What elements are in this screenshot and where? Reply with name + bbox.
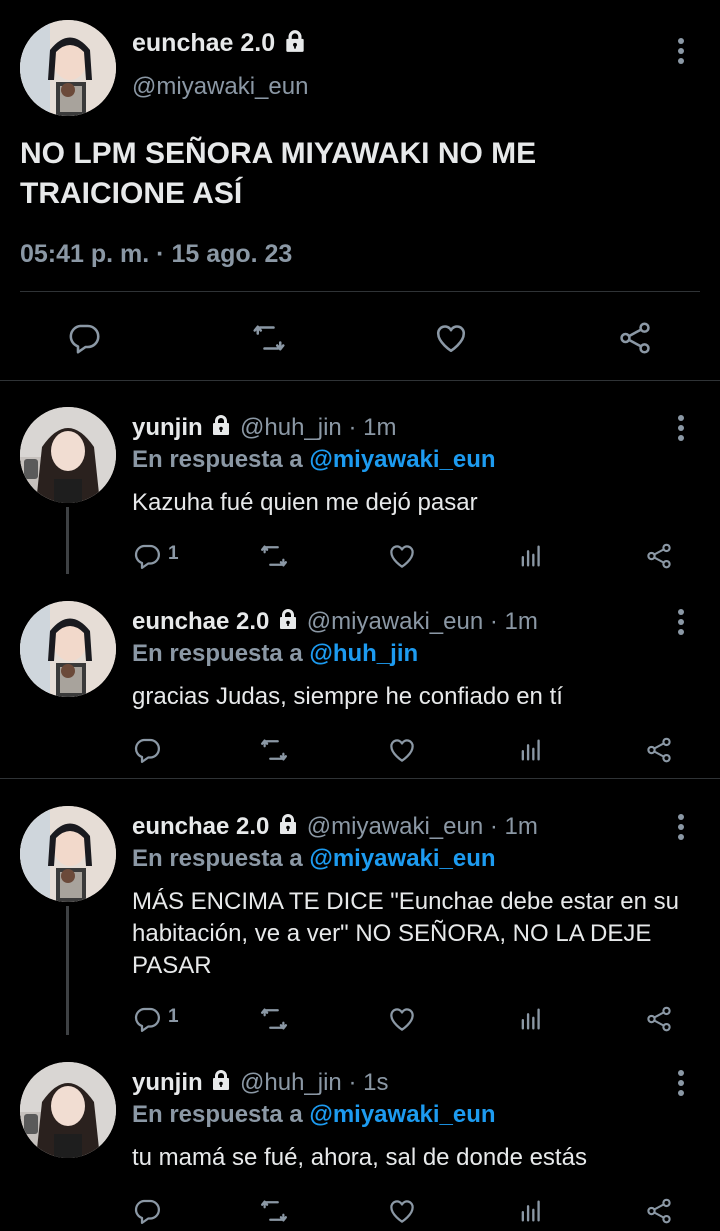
share-icon[interactable] — [644, 735, 674, 770]
reply-time[interactable]: · 1s — [342, 1069, 388, 1096]
share-icon[interactable] — [644, 1004, 674, 1039]
tweet-text: gracias Judas, siempre he confiado en tí — [132, 683, 563, 710]
author-name[interactable]: eunchae 2.0 — [132, 608, 269, 635]
reply-context: En respuesta a @miyawaki_eun — [132, 1101, 496, 1129]
author-row: eunchae 2.0 @miyawaki_eun · 1m — [132, 812, 538, 843]
tweet-text: NO LPM SEÑORA MIYAWAKI NO ME TRAICIONE A… — [20, 137, 537, 210]
analytics-icon[interactable] — [517, 542, 545, 575]
thread-line — [66, 906, 69, 1035]
like-icon[interactable] — [387, 1004, 417, 1039]
author-name[interactable]: eunchae 2.0 — [132, 813, 269, 840]
tweet-timestamp[interactable]: 05:41 p. m. · 15 ago. 23 — [20, 240, 292, 269]
author-row: yunjin @huh_jin · 1m — [132, 413, 396, 444]
like-icon[interactable] — [387, 735, 417, 770]
reply-to-handle[interactable]: @huh_jin — [309, 640, 418, 667]
retweet-icon[interactable] — [258, 1196, 290, 1231]
share-icon[interactable] — [616, 319, 654, 362]
reply-context: En respuesta a @miyawaki_eun — [132, 845, 496, 873]
reply-context: En respuesta a @huh_jin — [132, 640, 418, 668]
tweet-text: tu mamá se fué, ahora, sal de donde está… — [132, 1144, 587, 1171]
author-name[interactable]: yunjin — [132, 414, 203, 441]
reply-tweet[interactable]: yunjin @huh_jin · 1m En respuesta a @miya… — [0, 380, 720, 574]
lock-icon — [276, 812, 300, 843]
avatar[interactable] — [20, 601, 116, 697]
reply-icon[interactable] — [66, 320, 102, 361]
reply-context-label: En respuesta a — [132, 845, 310, 872]
reply-tweet[interactable]: eunchae 2.0 @miyawaki_eun · 1m En respues… — [0, 779, 720, 1035]
like-icon[interactable] — [433, 320, 469, 361]
author-row: eunchae 2.0 — [132, 28, 308, 61]
reply-icon[interactable] — [132, 541, 162, 576]
reply-to-handle[interactable]: @miyawaki_eun — [309, 1101, 495, 1128]
author-handle[interactable]: @miyawaki_eun — [132, 73, 308, 101]
reply-icon[interactable] — [132, 1004, 162, 1039]
author-name[interactable]: eunchae 2.0 — [132, 29, 275, 57]
reply-context: En respuesta a @miyawaki_eun — [132, 446, 496, 474]
lock-icon — [282, 28, 308, 61]
lock-icon — [209, 1068, 233, 1099]
reply-to-handle[interactable]: @miyawaki_eun — [309, 446, 495, 473]
retweet-icon[interactable] — [258, 735, 290, 770]
retweet-icon[interactable] — [258, 1004, 290, 1039]
more-icon[interactable] — [675, 609, 687, 639]
like-icon[interactable] — [387, 1196, 417, 1231]
reply-tweet[interactable]: eunchae 2.0 @miyawaki_eun · 1m En respues… — [0, 574, 720, 778]
reply-tweet[interactable]: yunjin @huh_jin · 1s En respuesta a @miya… — [0, 1035, 720, 1228]
author-name[interactable]: yunjin — [132, 1069, 203, 1096]
author-row: yunjin @huh_jin · 1s — [132, 1068, 388, 1099]
reply-to-handle[interactable]: @miyawaki_eun — [309, 845, 495, 872]
reply-count: 1 — [168, 543, 179, 564]
analytics-icon[interactable] — [517, 1005, 545, 1038]
lock-icon — [276, 607, 300, 638]
reply-count: 1 — [168, 1006, 179, 1027]
reply-icon[interactable] — [132, 1196, 162, 1231]
lock-icon — [209, 413, 233, 444]
reply-context-label: En respuesta a — [132, 1101, 310, 1128]
avatar[interactable] — [20, 1062, 116, 1158]
reply-context-label: En respuesta a — [132, 446, 310, 473]
tweet-text: MÁS ENCIMA TE DICE "Eunchae debe estar e… — [132, 888, 679, 979]
avatar[interactable] — [20, 20, 116, 116]
author-handle[interactable]: @huh_jin — [240, 1069, 342, 1096]
divider — [20, 291, 700, 292]
analytics-icon[interactable] — [517, 736, 545, 769]
retweet-icon[interactable] — [250, 320, 288, 361]
reply-time[interactable]: · 1m — [483, 608, 538, 635]
retweet-icon[interactable] — [258, 541, 290, 576]
avatar[interactable] — [20, 806, 116, 902]
reply-icon[interactable] — [132, 735, 162, 770]
avatar[interactable] — [20, 407, 116, 503]
like-icon[interactable] — [387, 541, 417, 576]
author-handle[interactable]: @miyawaki_eun — [307, 813, 483, 840]
main-tweet: eunchae 2.0 @miyawaki_eun NO LPM SEÑORA … — [0, 0, 720, 380]
author-handle[interactable]: @huh_jin — [240, 414, 342, 441]
more-icon[interactable] — [675, 814, 687, 844]
more-icon[interactable] — [675, 38, 687, 68]
author-handle[interactable]: @miyawaki_eun — [307, 608, 483, 635]
reply-context-label: En respuesta a — [132, 640, 310, 667]
more-icon[interactable] — [675, 1070, 687, 1100]
share-icon[interactable] — [644, 1196, 674, 1231]
thread-line — [66, 507, 69, 574]
analytics-icon[interactable] — [517, 1197, 545, 1230]
share-icon[interactable] — [644, 541, 674, 576]
author-row: eunchae 2.0 @miyawaki_eun · 1m — [132, 607, 538, 638]
reply-time[interactable]: · 1m — [342, 414, 396, 441]
more-icon[interactable] — [675, 415, 687, 445]
reply-time[interactable]: · 1m — [483, 813, 538, 840]
tweet-text: Kazuha fué quien me dejó pasar — [132, 489, 478, 516]
